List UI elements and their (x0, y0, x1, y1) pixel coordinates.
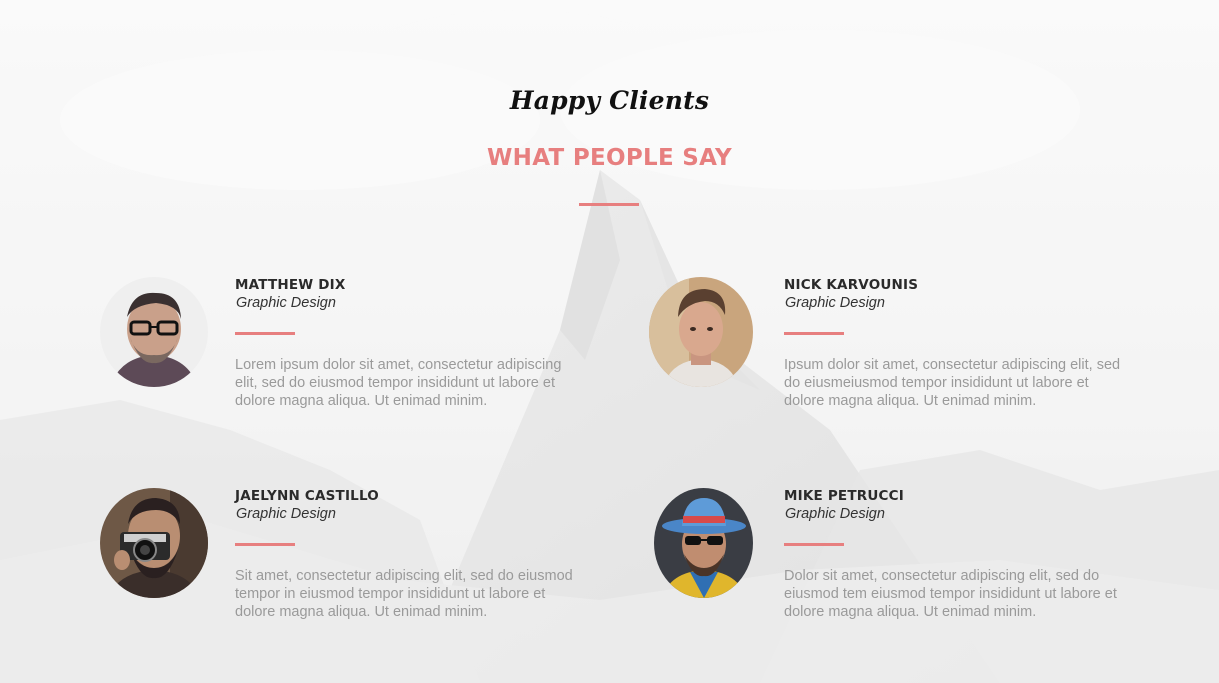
hat-man-avatar (654, 488, 753, 598)
testimonial-quote: Sit amet, consectetur adipiscing elit, s… (235, 568, 573, 620)
client-name: MIKE PETRUCCI (784, 488, 904, 504)
client-name: NICK KARVOUNIS (784, 277, 919, 293)
testimonials-section: Happy Clients WHAT PEOPLE SAY MATTHEW DI… (0, 0, 1219, 683)
man-glasses-avatar (100, 277, 208, 387)
testimonial-card: JAELYNN CASTILLO Graphic Design Sit amet… (100, 488, 620, 648)
client-role: Graphic Design (785, 295, 885, 311)
testimonial-card: MATTHEW DIX Graphic Design Lorem ipsum d… (100, 277, 620, 437)
testimonial-quote: Lorem ipsum dolor sit amet, consectetur … (235, 357, 562, 409)
section-title: WHAT PEOPLE SAY (486, 145, 732, 171)
testimonial-quote: Ipsum dolor sit amet, consectetur adipis… (784, 357, 1121, 409)
client-name: JAELYNN CASTILLO (235, 488, 379, 504)
client-role: Graphic Design (785, 506, 885, 522)
title-divider (579, 203, 639, 206)
card-divider (784, 543, 844, 546)
card-divider (784, 332, 844, 335)
card-divider (235, 332, 295, 335)
photographer-avatar (100, 488, 208, 598)
testimonial-card: MIKE PETRUCCI Graphic Design Dolor sit a… (654, 488, 1174, 648)
young-man-avatar (649, 277, 753, 387)
testimonial-card: NICK KARVOUNIS Graphic Design Ipsum dolo… (649, 277, 1169, 437)
client-name: MATTHEW DIX (235, 277, 346, 293)
section-subtitle: Happy Clients (509, 86, 710, 115)
card-divider (235, 543, 295, 546)
testimonial-quote: Dolor sit amet, consectetur adipiscing e… (784, 568, 1117, 620)
client-role: Graphic Design (236, 506, 336, 522)
client-role: Graphic Design (236, 295, 336, 311)
